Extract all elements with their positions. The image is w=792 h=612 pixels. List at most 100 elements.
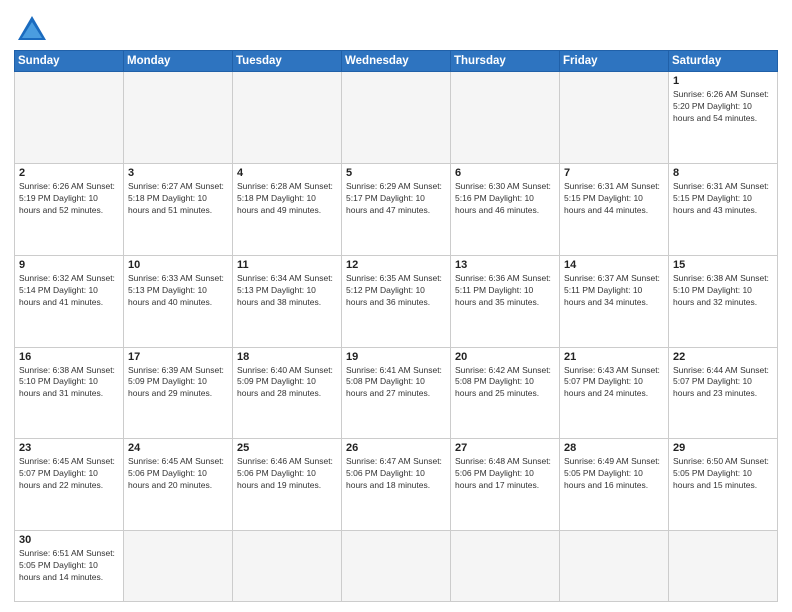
calendar-cell: 13Sunrise: 6:36 AM Sunset: 5:11 PM Dayli…: [451, 255, 560, 347]
day-number: 16: [19, 351, 119, 363]
calendar-cell: [560, 72, 669, 164]
day-number: 18: [237, 351, 337, 363]
day-info: Sunrise: 6:37 AM Sunset: 5:11 PM Dayligh…: [564, 273, 664, 309]
calendar-cell: 28Sunrise: 6:49 AM Sunset: 5:05 PM Dayli…: [560, 439, 669, 531]
day-number: 17: [128, 351, 228, 363]
calendar-week-row: 30 Sunrise: 6:51 AM Sunset: 5:05 PM Dayli…: [15, 531, 778, 602]
day-number: 1: [673, 75, 773, 87]
calendar-cell: 8 Sunrise: 6:31 AM Sunset: 5:15 PM Daylig…: [669, 163, 778, 255]
col-header-thursday: Thursday: [451, 51, 560, 72]
day-number: 29: [673, 442, 773, 454]
calendar-cell: 1 Sunrise: 6:26 AM Sunset: 5:20 PM Daylig…: [669, 72, 778, 164]
day-number: 11: [237, 259, 337, 271]
day-number: 5: [346, 167, 446, 179]
calendar-cell: [233, 531, 342, 602]
calendar-cell: [560, 531, 669, 602]
day-info: Sunrise: 6:31 AM Sunset: 5:15 PM Dayligh…: [564, 181, 664, 217]
calendar-table: SundayMondayTuesdayWednesdayThursdayFrid…: [14, 50, 778, 602]
day-info: Sunrise: 6:51 AM Sunset: 5:05 PM Dayligh…: [19, 548, 119, 584]
col-header-monday: Monday: [124, 51, 233, 72]
calendar-cell: 26Sunrise: 6:47 AM Sunset: 5:06 PM Dayli…: [342, 439, 451, 531]
calendar-cell: [124, 531, 233, 602]
calendar-cell: 25Sunrise: 6:46 AM Sunset: 5:06 PM Dayli…: [233, 439, 342, 531]
day-number: 3: [128, 167, 228, 179]
day-info: Sunrise: 6:43 AM Sunset: 5:07 PM Dayligh…: [564, 365, 664, 401]
calendar-cell: 21 Sunrise: 6:43 AM Sunset: 5:07 PM Dayli…: [560, 347, 669, 439]
col-header-sunday: Sunday: [15, 51, 124, 72]
calendar-cell: 5Sunrise: 6:29 AM Sunset: 5:17 PM Daylig…: [342, 163, 451, 255]
col-header-friday: Friday: [560, 51, 669, 72]
calendar-cell: 24 Sunrise: 6:45 AM Sunset: 5:06 PM Dayli…: [124, 439, 233, 531]
day-info: Sunrise: 6:31 AM Sunset: 5:15 PM Dayligh…: [673, 181, 773, 217]
day-number: 9: [19, 259, 119, 271]
calendar-cell: 29Sunrise: 6:50 AM Sunset: 5:05 PM Dayli…: [669, 439, 778, 531]
day-info: Sunrise: 6:40 AM Sunset: 5:09 PM Dayligh…: [237, 365, 337, 401]
day-info: Sunrise: 6:34 AM Sunset: 5:13 PM Dayligh…: [237, 273, 337, 309]
day-number: 21: [564, 351, 664, 363]
day-number: 27: [455, 442, 555, 454]
day-info: Sunrise: 6:28 AM Sunset: 5:18 PM Dayligh…: [237, 181, 337, 217]
calendar-cell: 27 Sunrise: 6:48 AM Sunset: 5:06 PM Dayli…: [451, 439, 560, 531]
day-info: Sunrise: 6:45 AM Sunset: 5:06 PM Dayligh…: [128, 456, 228, 492]
calendar-cell: 23 Sunrise: 6:45 AM Sunset: 5:07 PM Dayli…: [15, 439, 124, 531]
day-number: 6: [455, 167, 555, 179]
day-info: Sunrise: 6:27 AM Sunset: 5:18 PM Dayligh…: [128, 181, 228, 217]
day-info: Sunrise: 6:33 AM Sunset: 5:13 PM Dayligh…: [128, 273, 228, 309]
calendar-cell: 7Sunrise: 6:31 AM Sunset: 5:15 PM Daylig…: [560, 163, 669, 255]
calendar-week-row: 1 Sunrise: 6:26 AM Sunset: 5:20 PM Daylig…: [15, 72, 778, 164]
day-number: 22: [673, 351, 773, 363]
day-info: Sunrise: 6:48 AM Sunset: 5:06 PM Dayligh…: [455, 456, 555, 492]
calendar-cell: 6 Sunrise: 6:30 AM Sunset: 5:16 PM Daylig…: [451, 163, 560, 255]
day-number: 30: [19, 534, 119, 546]
calendar-cell: 4 Sunrise: 6:28 AM Sunset: 5:18 PM Daylig…: [233, 163, 342, 255]
calendar-cell: 18 Sunrise: 6:40 AM Sunset: 5:09 PM Dayli…: [233, 347, 342, 439]
calendar-cell: [451, 531, 560, 602]
day-info: Sunrise: 6:26 AM Sunset: 5:20 PM Dayligh…: [673, 89, 773, 125]
day-info: Sunrise: 6:35 AM Sunset: 5:12 PM Dayligh…: [346, 273, 446, 309]
day-number: 26: [346, 442, 446, 454]
calendar-cell: [342, 531, 451, 602]
day-info: Sunrise: 6:32 AM Sunset: 5:14 PM Dayligh…: [19, 273, 119, 309]
day-info: Sunrise: 6:41 AM Sunset: 5:08 PM Dayligh…: [346, 365, 446, 401]
calendar-cell: [15, 72, 124, 164]
calendar-cell: [342, 72, 451, 164]
col-header-saturday: Saturday: [669, 51, 778, 72]
calendar-cell: 14Sunrise: 6:37 AM Sunset: 5:11 PM Dayli…: [560, 255, 669, 347]
day-number: 23: [19, 442, 119, 454]
calendar-cell: 11 Sunrise: 6:34 AM Sunset: 5:13 PM Dayli…: [233, 255, 342, 347]
calendar-cell: 10Sunrise: 6:33 AM Sunset: 5:13 PM Dayli…: [124, 255, 233, 347]
day-number: 12: [346, 259, 446, 271]
day-info: Sunrise: 6:45 AM Sunset: 5:07 PM Dayligh…: [19, 456, 119, 492]
page: SundayMondayTuesdayWednesdayThursdayFrid…: [0, 0, 792, 612]
day-number: 19: [346, 351, 446, 363]
calendar-week-row: 16 Sunrise: 6:38 AM Sunset: 5:10 PM Dayli…: [15, 347, 778, 439]
day-info: Sunrise: 6:42 AM Sunset: 5:08 PM Dayligh…: [455, 365, 555, 401]
day-info: Sunrise: 6:36 AM Sunset: 5:11 PM Dayligh…: [455, 273, 555, 309]
header: [14, 10, 778, 42]
calendar-header-row: SundayMondayTuesdayWednesdayThursdayFrid…: [15, 51, 778, 72]
day-number: 15: [673, 259, 773, 271]
day-info: Sunrise: 6:44 AM Sunset: 5:07 PM Dayligh…: [673, 365, 773, 401]
calendar-week-row: 2Sunrise: 6:26 AM Sunset: 5:19 PM Daylig…: [15, 163, 778, 255]
day-info: Sunrise: 6:49 AM Sunset: 5:05 PM Dayligh…: [564, 456, 664, 492]
day-info: Sunrise: 6:26 AM Sunset: 5:19 PM Dayligh…: [19, 181, 119, 217]
day-number: 24: [128, 442, 228, 454]
calendar-cell: [233, 72, 342, 164]
calendar-cell: 17 Sunrise: 6:39 AM Sunset: 5:09 PM Dayli…: [124, 347, 233, 439]
day-info: Sunrise: 6:38 AM Sunset: 5:10 PM Dayligh…: [673, 273, 773, 309]
day-number: 8: [673, 167, 773, 179]
calendar-cell: 2Sunrise: 6:26 AM Sunset: 5:19 PM Daylig…: [15, 163, 124, 255]
day-info: Sunrise: 6:38 AM Sunset: 5:10 PM Dayligh…: [19, 365, 119, 401]
day-number: 4: [237, 167, 337, 179]
calendar-cell: 19 Sunrise: 6:41 AM Sunset: 5:08 PM Dayli…: [342, 347, 451, 439]
calendar-cell: 16 Sunrise: 6:38 AM Sunset: 5:10 PM Dayli…: [15, 347, 124, 439]
day-info: Sunrise: 6:46 AM Sunset: 5:06 PM Dayligh…: [237, 456, 337, 492]
calendar-cell: 30 Sunrise: 6:51 AM Sunset: 5:05 PM Dayli…: [15, 531, 124, 602]
calendar-cell: [451, 72, 560, 164]
calendar-cell: 3 Sunrise: 6:27 AM Sunset: 5:18 PM Daylig…: [124, 163, 233, 255]
col-header-tuesday: Tuesday: [233, 51, 342, 72]
calendar-cell: 20Sunrise: 6:42 AM Sunset: 5:08 PM Dayli…: [451, 347, 560, 439]
day-info: Sunrise: 6:30 AM Sunset: 5:16 PM Dayligh…: [455, 181, 555, 217]
day-info: Sunrise: 6:39 AM Sunset: 5:09 PM Dayligh…: [128, 365, 228, 401]
logo-icon: [16, 14, 48, 42]
